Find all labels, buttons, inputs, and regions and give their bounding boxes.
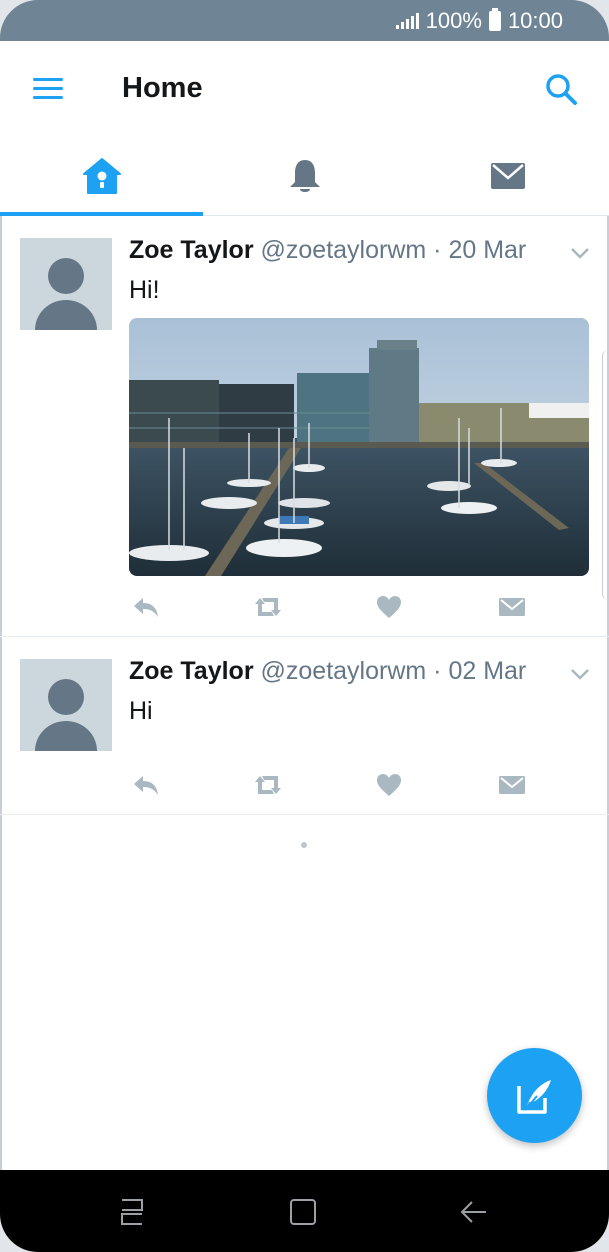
tweet-header: Zoe Taylor @zoetaylorwm · 02 Mar — [129, 657, 526, 686]
like-icon[interactable] — [372, 770, 406, 800]
home-icon — [82, 158, 121, 194]
bell-icon — [289, 160, 320, 192]
page-title: Home — [122, 72, 203, 104]
display-name[interactable]: Zoe Taylor — [129, 236, 254, 264]
tweet-actions — [129, 770, 589, 800]
tweet[interactable]: Zoe Taylor @zoetaylorwm · 20 Mar Hi! — [0, 216, 609, 637]
search-icon[interactable] — [544, 72, 578, 106]
like-icon[interactable] — [372, 592, 406, 622]
home-icon[interactable] — [283, 1192, 323, 1232]
avatar[interactable] — [20, 659, 112, 751]
tweet-header: Zoe Taylor @zoetaylorwm · 20 Mar — [129, 236, 526, 265]
tweet-date: · 02 Mar — [433, 657, 527, 685]
reply-icon[interactable] — [129, 770, 163, 800]
signal-icon — [395, 13, 419, 29]
user-handle: @zoetaylorwm — [260, 236, 427, 264]
phone-screen: 100% 10:00 Home Zoe Taylor @zoetaylorwm … — [0, 0, 609, 1252]
envelope-icon — [490, 163, 525, 189]
direct-message-icon[interactable] — [495, 770, 529, 800]
tab-home[interactable] — [0, 137, 203, 215]
chevron-down-icon[interactable] — [570, 246, 590, 260]
system-nav-bar — [0, 1170, 609, 1252]
tweet[interactable]: Zoe Taylor @zoetaylorwm · 02 Mar Hi — [0, 637, 609, 815]
compose-tweet-icon — [516, 1079, 551, 1114]
display-name[interactable]: Zoe Taylor — [129, 657, 254, 685]
tab-bar — [0, 137, 609, 216]
recents-icon[interactable] — [112, 1192, 152, 1232]
direct-message-icon[interactable] — [495, 592, 529, 622]
tab-messages[interactable] — [406, 137, 609, 215]
tweet-actions — [129, 592, 589, 622]
battery-icon — [488, 8, 501, 31]
tweet-text: Hi! — [129, 276, 160, 304]
tweet-date: · 20 Mar — [433, 236, 527, 264]
compose-tweet-button[interactable] — [487, 1048, 582, 1143]
retweet-icon[interactable] — [251, 770, 285, 800]
tweet-photo[interactable] — [129, 318, 589, 576]
user-handle: @zoetaylorwm — [260, 657, 427, 685]
battery-percent: 100% — [425, 8, 482, 33]
hamburger-icon[interactable] — [33, 78, 63, 100]
app-bar: Home — [0, 41, 609, 137]
status-bar: 100% 10:00 — [0, 0, 609, 41]
avatar[interactable] — [20, 238, 112, 330]
reply-icon[interactable] — [129, 592, 163, 622]
loading-indicator — [301, 842, 307, 848]
edge-panel-handle[interactable] — [602, 350, 609, 600]
chevron-down-icon[interactable] — [570, 667, 590, 681]
tab-notifications[interactable] — [203, 137, 406, 215]
clock: 10:00 — [507, 8, 563, 33]
timeline: Zoe Taylor @zoetaylorwm · 20 Mar Hi! Zoe… — [0, 216, 609, 815]
tweet-text: Hi — [129, 697, 153, 725]
retweet-icon[interactable] — [251, 592, 285, 622]
back-icon[interactable] — [454, 1192, 494, 1232]
